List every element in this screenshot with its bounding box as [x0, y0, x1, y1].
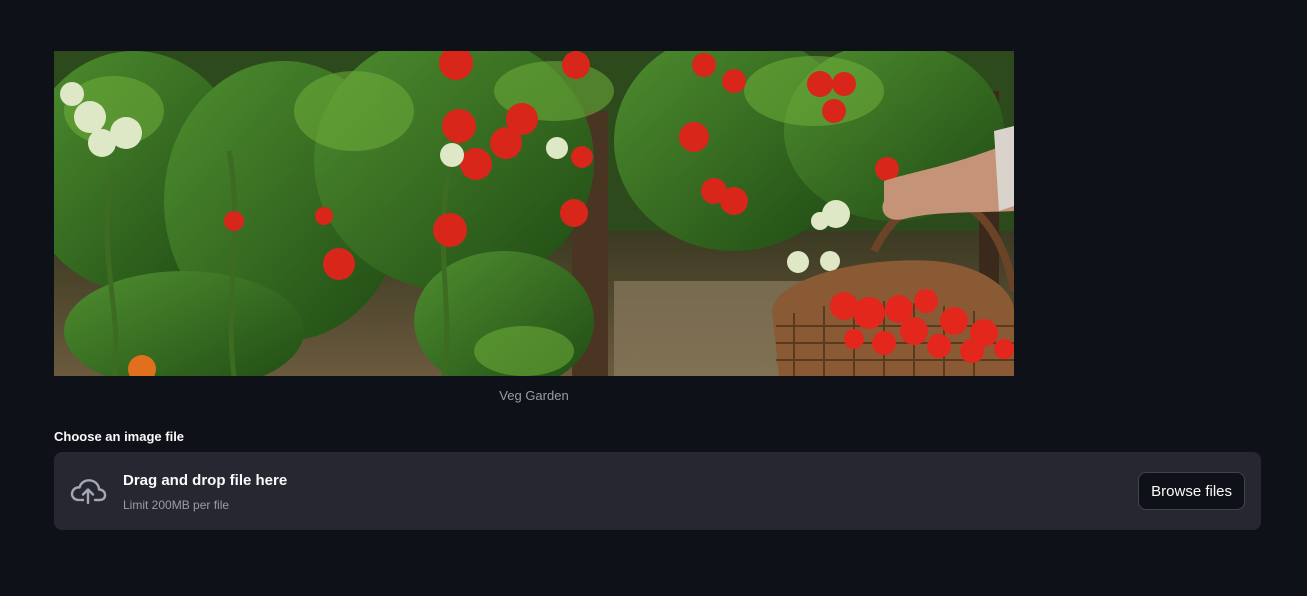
dropzone-limit-text: Limit 200MB per file [123, 498, 230, 512]
image-caption: Veg Garden [499, 388, 569, 403]
uploader-label: Choose an image file [54, 429, 185, 444]
dropzone-title: Drag and drop file here [123, 472, 288, 489]
app-root: Veg Garden Choose an image file Drag and… [0, 0, 1307, 596]
image-block: Veg Garden [54, 51, 1014, 403]
veg-garden-image [54, 51, 1014, 376]
file-dropzone[interactable]: Drag and drop file here Limit 200MB per … [54, 452, 1261, 530]
browse-files-button[interactable]: Browse files [1138, 472, 1245, 510]
cloud-upload-icon [68, 475, 108, 507]
